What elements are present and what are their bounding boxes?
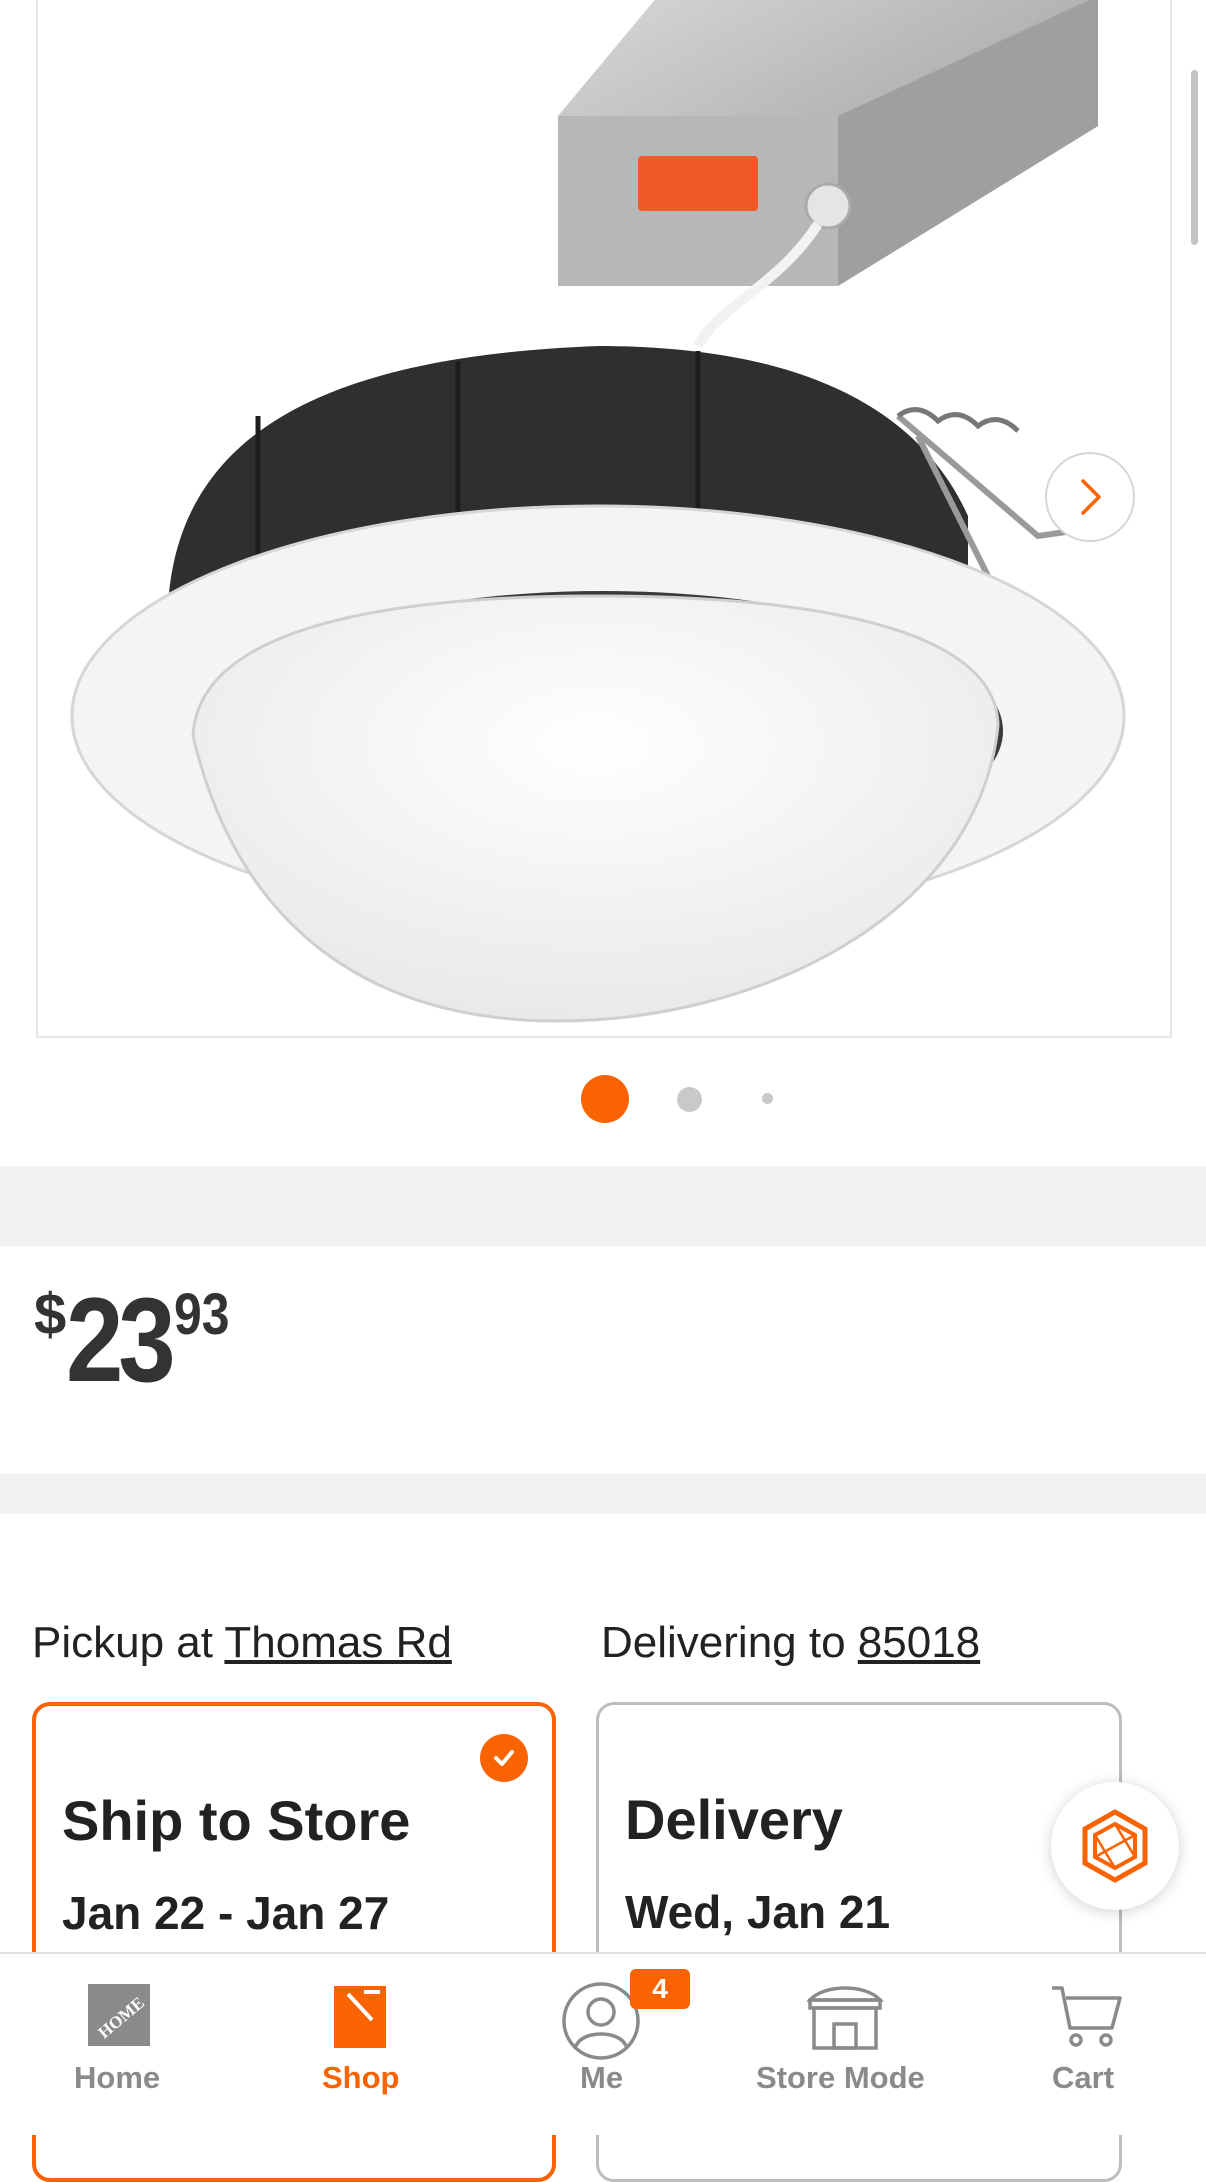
pickup-location-label: Pickup at Thomas Rd (32, 1618, 452, 1668)
nav-label: Me (580, 2060, 624, 2095)
selected-check-icon (480, 1734, 528, 1782)
assistant-button[interactable] (1051, 1782, 1179, 1910)
scrollbar[interactable] (1191, 70, 1198, 245)
paint-bucket-icon (334, 1986, 386, 2048)
nav-store-mode[interactable]: Store Mode (750, 1954, 940, 2137)
recessed-light-image (70, 0, 1126, 1023)
delivery-location-label: Delivering to 85018 (601, 1618, 980, 1668)
carousel-dot-2[interactable] (677, 1087, 702, 1112)
product-image[interactable] (36, 0, 1172, 1038)
option-date: Wed, Jan 21 (625, 1886, 891, 1938)
nav-label: Cart (1052, 2060, 1115, 2095)
cart-icon (1052, 1986, 1122, 2047)
delivery-zip-link[interactable]: 85018 (858, 1618, 980, 1667)
storefront-icon (806, 1986, 884, 2050)
section-divider (0, 1474, 1206, 1514)
section-divider (0, 1166, 1206, 1246)
nav-label: Shop (322, 2060, 400, 2095)
notification-badge: 4 (630, 1969, 690, 2009)
pickup-prefix: Pickup at (32, 1618, 213, 1667)
nav-label: Home (74, 2060, 161, 2095)
delivery-prefix: Delivering to (601, 1618, 846, 1667)
nav-shop[interactable]: Shop (290, 1954, 430, 2137)
product-price: $ 23 93 (34, 1280, 238, 1400)
chevron-right-icon (1081, 479, 1101, 515)
home-depot-logo-icon: HOME (88, 1984, 150, 2046)
pickup-store-link[interactable]: Thomas Rd (224, 1618, 451, 1667)
price-dollars: 23 (66, 1273, 176, 1407)
carousel-dot-3[interactable] (762, 1093, 773, 1104)
bottom-navigation: HOME Home Shop Me Store Mode Cart (0, 1952, 1206, 2135)
hexagon-assistant-icon (1082, 1809, 1148, 1883)
carousel-dot-1[interactable] (581, 1075, 629, 1123)
price-cents: 93 (173, 1282, 230, 1347)
option-title: Delivery (625, 1788, 843, 1851)
option-title: Ship to Store (62, 1789, 411, 1852)
option-date: Jan 22 - Jan 27 (62, 1887, 390, 1939)
price-currency: $ (34, 1282, 67, 1347)
nav-home[interactable]: HOME Home (48, 1954, 188, 2137)
next-image-button[interactable] (1045, 452, 1135, 542)
nav-label: Store Mode (756, 2060, 925, 2095)
nav-cart[interactable]: Cart (1030, 1954, 1140, 2137)
